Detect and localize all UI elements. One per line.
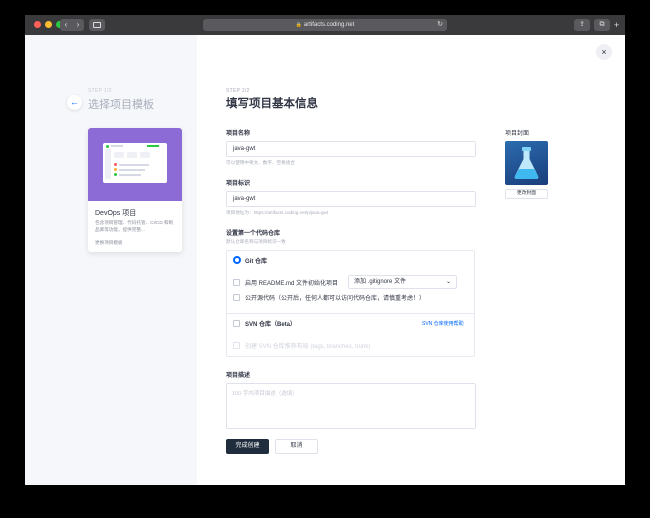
template-thumbnail [88,128,182,201]
back-arrow-icon[interactable]: ‹ [60,19,72,31]
close-button[interactable]: × [596,44,612,60]
share-button[interactable]: ⇪ [574,19,590,31]
svn-layout-label: 创建 SVN 仓库推荐布局 (tags, branches, trunk) [245,344,371,350]
reload-icon[interactable]: ↻ [437,19,443,31]
close-window-button[interactable] [34,21,41,28]
template-name: DevOps 项目 [95,210,137,217]
project-name-input[interactable]: java-gwt [226,141,476,157]
chevron-down-icon: ⌄ [445,279,451,285]
project-id-label: 项目标识 [226,181,251,187]
gitignore-select[interactable]: 添加 .gitignore 文件 ⌄ [348,275,457,289]
minimize-window-button[interactable] [45,21,52,28]
svn-layout-checkbox[interactable] [233,342,240,349]
address-bar[interactable]: 🔒 artifacts.coding.net ↻ [203,19,447,31]
repo-divider [226,313,475,314]
repo-section-hint: 默认仓库名称与项目标识一致 [226,239,286,244]
close-icon: × [601,47,607,57]
readme-label: 启用 README.md 文件初始化项目 [245,281,339,287]
sidebar-toggle-button[interactable] [89,19,105,31]
step-1-title: 选择项目模板 [88,99,154,111]
public-source-checkbox[interactable] [233,294,240,301]
step-2-label: STEP 2/2 [226,88,250,94]
history-nav: ‹ › [60,19,84,31]
lock-icon: 🔒 [295,22,302,28]
back-button[interactable]: ← [67,95,82,110]
gitignore-select-value: 添加 .gitignore 文件 [354,279,407,285]
svn-help-link[interactable]: SVN 仓库使用帮助 [422,320,464,327]
change-cover-button[interactable]: 更改封面 [505,189,548,199]
project-name-label: 项目名称 [226,131,251,137]
project-id-input[interactable]: java-gwt [226,191,476,207]
template-preview-illustration [103,143,167,183]
step-1-label: STEP 1/2 [88,88,112,94]
sidebar-icon [93,22,101,28]
address-text: artifacts.coding.net [303,22,355,28]
create-button[interactable]: 完成创建 [226,439,269,454]
project-name-hint: 可以使用中英文、数字、空格组合 [226,160,295,165]
svn-repo-label: SVN 仓库（Beta） [245,322,297,328]
git-repo-radio[interactable] [233,256,241,264]
share-icon: ⇪ [579,21,585,28]
tab-overview-button[interactable]: ⧉ [594,19,610,31]
forward-arrow-icon[interactable]: › [72,19,84,31]
page-title: 填写项目基本信息 [226,98,318,110]
svn-repo-checkbox[interactable] [233,320,240,327]
git-repo-label: Git 仓库 [245,259,267,265]
description-label: 项目描述 [226,373,251,379]
description-textarea[interactable]: 100 字内项目描述（选填） [226,383,476,429]
arrow-left-icon: ← [70,97,79,107]
change-template-link[interactable]: 更换项目模板 [95,240,123,246]
public-source-label: 公开源代码（公开后，任何人都可以访问代码仓库，请慎重考虑！） [245,296,426,302]
template-description: 包含项目管理、代码托管、CI/CD 和制品库等功能，提供完整... [95,220,174,232]
template-card[interactable]: DevOps 项目 包含项目管理、代码托管、CI/CD 和制品库等功能，提供完整… [88,128,182,252]
repo-section-label: 设置第一个代码仓库 [226,231,281,237]
readme-checkbox[interactable] [233,279,240,286]
cancel-button[interactable]: 取消 [275,439,318,454]
new-tab-button[interactable]: + [614,19,623,31]
project-cover-image [505,141,548,185]
project-id-hint: 项目地址为：https://artifacts.coding.net/p/jav… [226,210,329,215]
cover-label: 项目封面 [505,131,530,137]
flask-icon [514,147,539,179]
browser-toolbar: ‹ › 🔒 artifacts.coding.net ↻ ⇪ ⧉ + [25,15,625,35]
tabs-icon: ⧉ [599,21,605,28]
browser-window: ‹ › 🔒 artifacts.coding.net ↻ ⇪ ⧉ + ← STEP… [25,15,625,485]
